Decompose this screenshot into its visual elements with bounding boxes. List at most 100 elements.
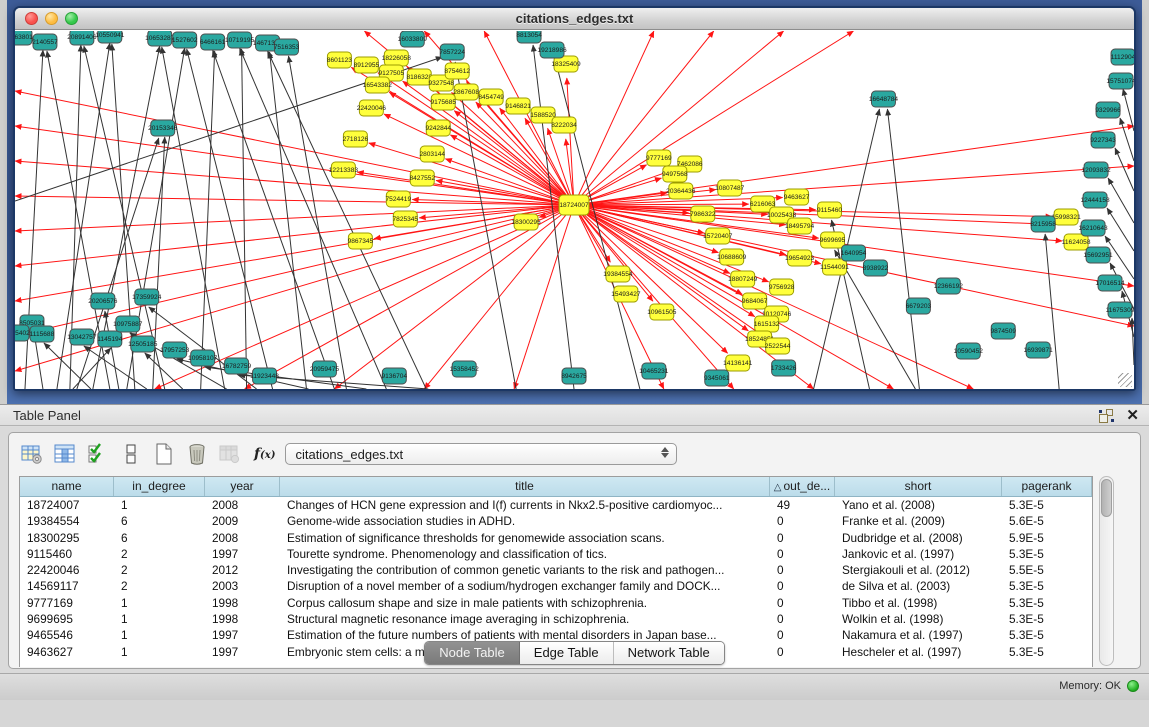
node-label: 7857224 (439, 49, 465, 56)
cell-title: Disruption of a novel member of a sodium… (280, 578, 770, 594)
sort-ascending-icon: △ (774, 482, 782, 493)
table-scrollbar[interactable] (1099, 476, 1114, 666)
node-label: 2867608 (453, 89, 479, 96)
table-row[interactable]: 2242004622012Investigating the contribut… (20, 562, 1092, 578)
node-label: 11624058 (1062, 239, 1091, 246)
node-label: 7825345 (393, 216, 419, 223)
node-label: 9227343 (1090, 137, 1116, 144)
node-label: 9136704 (382, 373, 408, 380)
node-label: 18807249 (728, 276, 758, 283)
node-label: 8938922 (863, 265, 889, 272)
node-table-card: f(x) citations_edges.txt namein_degreeye… (8, 432, 1141, 669)
tab-edge-table[interactable]: Edge Table (520, 642, 614, 664)
select-columns-icon[interactable] (85, 442, 111, 466)
table-selector-value: citations_edges.txt (295, 447, 403, 462)
cell-name: 22420046 (20, 562, 114, 578)
maximize-window-icon[interactable] (65, 12, 78, 25)
network-canvas[interactable]: 1872400786011238912955182260589127505165… (15, 31, 1134, 389)
network-view-window[interactable]: citations_edges.txt 18724007860112389129… (13, 6, 1136, 391)
table-selector-dropdown[interactable]: citations_edges.txt (285, 443, 677, 465)
tab-node-table[interactable]: Node Table (425, 642, 520, 664)
node-label: 20153346 (148, 125, 178, 132)
float-panel-icon[interactable] (1099, 408, 1114, 423)
node-label: 12505185 (128, 341, 158, 348)
cell-year: 2012 (205, 562, 280, 578)
close-window-icon[interactable] (25, 12, 38, 25)
show-columns-icon[interactable] (52, 442, 78, 466)
citation-network-graph[interactable]: 1872400786011238912955182260589127505165… (15, 31, 1134, 389)
node-label: 9777169 (646, 155, 672, 162)
cell-short: Stergiakouli et al. (2012) (835, 562, 1002, 578)
close-panel-icon[interactable]: ✕ (1126, 408, 1139, 423)
node-label: 16648784 (869, 96, 899, 103)
node-label: 10590452 (954, 348, 984, 355)
node-label: 9127505 (379, 70, 405, 77)
node-label: 19218986 (537, 47, 567, 54)
column-header-year[interactable]: year (205, 477, 280, 496)
table-row[interactable]: 911546021997Tourette syndrome. Phenomeno… (20, 546, 1092, 562)
node-label: 9242844 (425, 125, 451, 132)
node-label: 8215958 (1030, 221, 1056, 228)
memory-status-label: Memory: OK (1059, 680, 1121, 692)
cell-out_de: 0 (770, 578, 835, 594)
row-height-icon[interactable] (118, 442, 144, 466)
graph-edge (270, 52, 307, 389)
cell-short: Wolkin et al. (1998) (835, 611, 1002, 627)
cell-pagerank: 5.3E-5 (1002, 497, 1092, 513)
table-row[interactable]: 1938455462009Genome-wide association stu… (20, 513, 1092, 529)
graph-edge (240, 48, 387, 389)
cell-in_degree: 1 (114, 611, 205, 627)
delete-table-icon[interactable] (184, 442, 210, 466)
node-label: 19384554 (603, 271, 633, 278)
new-table-icon[interactable] (151, 442, 177, 466)
cell-name: 9115460 (20, 546, 114, 562)
node-label: 8427552 (409, 175, 435, 182)
tab-network-table[interactable]: Network Table (614, 642, 724, 664)
node-label: 18300295 (511, 219, 541, 226)
column-header-in_degree[interactable]: in_degree (114, 477, 205, 496)
column-header-name[interactable]: name (20, 477, 114, 496)
table-scrollbar-thumb[interactable] (1101, 479, 1112, 517)
graph-edge (242, 49, 247, 389)
cell-short: Yano et al. (2008) (835, 497, 1002, 513)
table-row[interactable]: 1830029562008Estimation of significance … (20, 530, 1092, 546)
table-row[interactable]: 969969511998Structural magnetic resonanc… (20, 611, 1092, 627)
graph-edge (15, 126, 574, 205)
graph-edge (1115, 148, 1134, 191)
column-header-out_de[interactable]: △out_de... (770, 477, 835, 496)
node-label: 12093832 (1081, 167, 1111, 174)
node-label: 19654923 (785, 255, 815, 262)
graph-edge (162, 47, 225, 389)
column-header-short[interactable]: short (835, 477, 1002, 496)
network-window-title: citations_edges.txt (15, 8, 1134, 30)
graph-edge (574, 166, 1134, 205)
node-label: 8754612 (444, 68, 470, 75)
cell-out_de: 0 (770, 530, 835, 546)
node-label: 11675309 (1106, 307, 1134, 314)
table-row[interactable]: 1456911722003Disruption of a novel membe… (20, 578, 1092, 594)
graph-edge (15, 205, 574, 266)
graph-edge (574, 31, 854, 205)
node-label: 18495794 (785, 223, 815, 230)
node-label: 1112904 (1111, 54, 1134, 61)
cell-pagerank: 5.3E-5 (1002, 611, 1092, 627)
node-label: 15998321 (1051, 214, 1081, 221)
graph-edge (574, 31, 714, 205)
column-header-title[interactable]: title (280, 477, 770, 496)
node-label: 9345061 (704, 375, 730, 382)
column-header-pagerank[interactable]: pagerank (1002, 477, 1092, 496)
window-resize-grip[interactable] (1118, 373, 1132, 387)
node-label: 9175685 (430, 99, 456, 106)
network-window-titlebar[interactable]: citations_edges.txt (15, 8, 1134, 30)
table-settings-icon[interactable] (19, 442, 45, 466)
table-row[interactable]: 1872400712008Changes of HCN gene express… (20, 497, 1092, 513)
minimize-window-icon[interactable] (45, 12, 58, 25)
cell-name: 14569117 (20, 578, 114, 594)
cell-out_de: 0 (770, 562, 835, 578)
node-label: 16210643 (1078, 225, 1108, 232)
function-builder-icon[interactable]: f(x) (254, 446, 275, 462)
node-label: 20891406 (67, 34, 97, 41)
table-row[interactable]: 977716911998Corpus callosum shape and si… (20, 595, 1092, 611)
cell-name: 19384554 (20, 513, 114, 529)
node-label: 15692951 (1083, 252, 1113, 259)
